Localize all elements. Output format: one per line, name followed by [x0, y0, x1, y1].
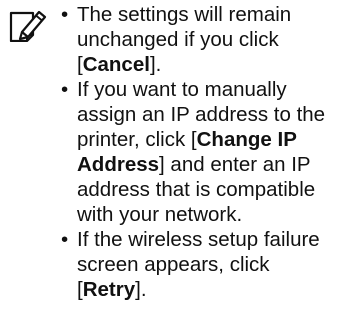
- note-line: If the wireless setup failure: [77, 227, 351, 252]
- note-text: address that is compatible: [77, 178, 316, 201]
- note-line: If you want to manually: [77, 77, 351, 102]
- note-text: If the wireless setup failure: [77, 228, 320, 251]
- note-text: ] and enter an IP: [159, 153, 311, 176]
- note-text: with your network.: [77, 203, 243, 226]
- ui-term: Address: [77, 153, 160, 176]
- note-line: Address] and enter an IP: [77, 152, 351, 177]
- note-text: assign an IP address to the: [77, 103, 326, 126]
- note-list: The settings will remainunchanged if you…: [61, 2, 351, 302]
- note-text: unchanged if you click: [77, 28, 279, 51]
- note-line: [Cancel].: [77, 52, 351, 77]
- note-text: ].: [135, 278, 147, 301]
- ui-term: Cancel: [82, 53, 150, 76]
- note-text: ].: [149, 53, 162, 76]
- note-line: assign an IP address to the: [77, 102, 351, 127]
- note-item: If the wireless setup failurescreen appe…: [61, 227, 351, 302]
- note-text: printer, click [: [77, 128, 197, 151]
- ui-term: Change IP: [196, 128, 297, 151]
- note-text: If you want to manually: [77, 78, 287, 101]
- note-line: with your network.: [77, 202, 351, 227]
- note-text: The settings will remain: [77, 3, 292, 26]
- memo-pencil-icon: [9, 10, 47, 42]
- note-line: unchanged if you click: [77, 27, 351, 52]
- note-line: printer, click [Change IP: [77, 127, 351, 152]
- note-line: address that is compatible: [77, 177, 351, 202]
- note-line: The settings will remain: [77, 2, 351, 27]
- note-line: screen appears, click: [77, 252, 351, 277]
- note-item: The settings will remainunchanged if you…: [61, 2, 351, 77]
- note-text: screen appears, click: [77, 253, 270, 276]
- note-line: [Retry].: [77, 277, 351, 302]
- note-item: If you want to manuallyassign an IP addr…: [61, 77, 351, 227]
- ui-term: Retry: [82, 278, 136, 301]
